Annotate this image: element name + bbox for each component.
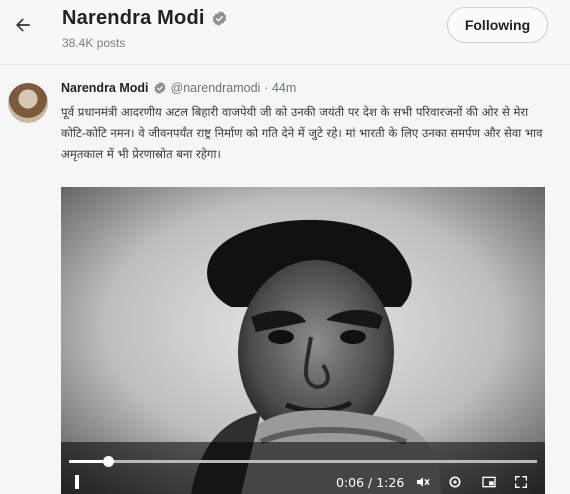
avatar[interactable]	[8, 83, 48, 123]
pause-icon[interactable]	[75, 475, 89, 489]
volume-icon[interactable]	[415, 474, 431, 490]
video-player[interactable]: 0:06 / 1:26	[61, 187, 545, 494]
profile-name: Narendra Modi	[62, 7, 205, 29]
settings-icon[interactable]	[447, 474, 463, 490]
video-progress-track[interactable]	[69, 460, 537, 463]
tweet-text: पूर्व प्रधानमंत्री आदरणीय अटल बिहारी वाज…	[61, 105, 543, 161]
profile-name-row: Narendra Modi	[62, 7, 228, 30]
verified-badge-icon	[153, 81, 166, 95]
tweet-time[interactable]: · 44m	[264, 81, 296, 95]
video-time: 0:06 / 1:26	[336, 475, 405, 490]
fullscreen-icon[interactable]	[513, 474, 529, 490]
tweet-author[interactable]: Narendra Modi	[61, 81, 149, 95]
verified-badge-icon	[212, 11, 226, 26]
post-count: 38.4K posts	[62, 36, 126, 50]
tweet-meta: Narendra Modi @narendramodi · 44m	[61, 81, 296, 95]
video-scrubber-handle[interactable]	[103, 456, 115, 467]
tweet-handle[interactable]: @narendramodi	[171, 81, 261, 95]
back-arrow-icon[interactable]	[12, 14, 34, 36]
picture-in-picture-icon[interactable]	[481, 474, 497, 490]
following-button[interactable]: Following	[447, 7, 548, 43]
tweet[interactable]: Narendra Modi @narendramodi · 44m पूर्व …	[0, 65, 570, 494]
profile-header: Narendra Modi 38.4K posts Following	[0, 0, 570, 64]
video-controls: 0:06 / 1:26	[61, 442, 545, 494]
